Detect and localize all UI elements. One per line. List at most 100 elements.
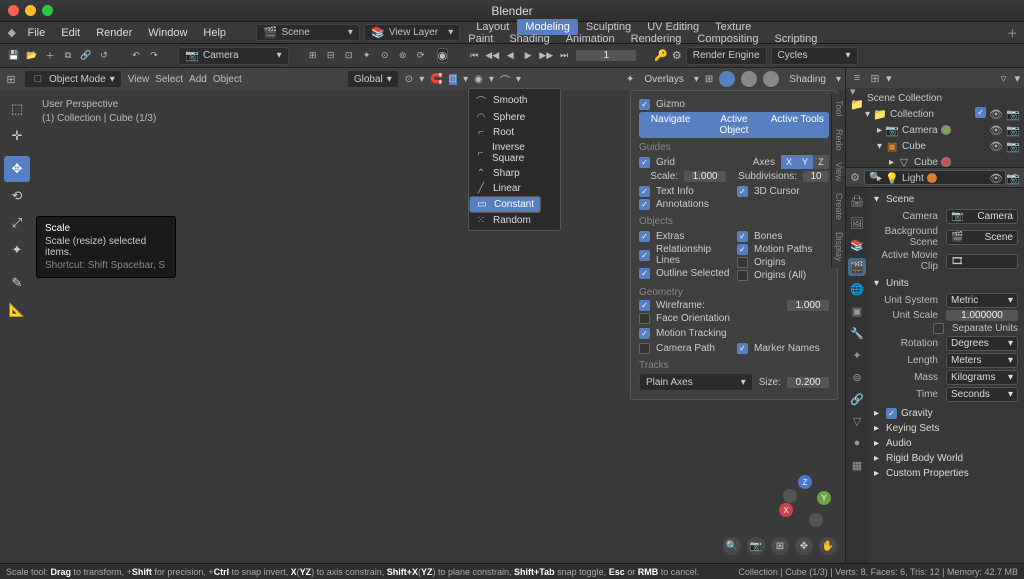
scale-value[interactable]: 1.000 <box>684 171 726 182</box>
extras-checkbox[interactable]: ✓ <box>639 231 650 242</box>
eye-icon[interactable]: 👁 <box>989 139 1003 153</box>
tab-active-object[interactable]: Active Object <box>702 112 765 138</box>
rel-lines-checkbox[interactable]: ✓ <box>639 250 650 261</box>
render-icon[interactable]: ◉ <box>437 48 449 63</box>
outliner-editor-icon[interactable]: ≡ <box>850 71 864 85</box>
recover-icon[interactable]: ↺ <box>96 48 112 64</box>
mode-dropdown[interactable]: □Object Mode ▾ <box>24 70 122 88</box>
output-tab-icon[interactable]: 🖼 <box>848 214 866 232</box>
scene-section[interactable]: Scene <box>886 194 914 205</box>
time-value[interactable]: Seconds▾ <box>946 387 1018 402</box>
subdiv-value[interactable]: 10 <box>803 171 829 182</box>
falloff-constant[interactable]: ▭Constant <box>469 196 541 213</box>
select-box-tool[interactable]: ⬚ <box>4 96 30 122</box>
separate-units-checkbox[interactable] <box>933 323 944 334</box>
tool-icon[interactable]: ⊡ <box>341 48 357 64</box>
solid-shade-icon[interactable] <box>763 71 779 87</box>
move-view-icon[interactable]: ✥ <box>795 537 813 555</box>
bones-checkbox[interactable]: ✓ <box>737 231 748 242</box>
gizmo-checkbox[interactable]: ✓ <box>639 99 650 110</box>
render-icon[interactable]: 📷 <box>1006 107 1020 121</box>
prop-edit-icon[interactable]: ◉ <box>474 74 483 85</box>
tool-icon[interactable]: ⊙ <box>377 48 393 64</box>
gravity-section[interactable]: Gravity <box>901 408 933 419</box>
persp-ortho-icon[interactable]: ⊞ <box>771 537 789 555</box>
overlay-icon[interactable]: ⊞ <box>705 74 713 85</box>
annotations-checkbox[interactable]: ✓ <box>639 199 650 210</box>
scene-tab-icon[interactable]: 🎬 <box>848 258 866 276</box>
face-orient-checkbox[interactable] <box>639 313 650 324</box>
snap-target-icon[interactable]: ⊡ <box>449 74 457 85</box>
length-value[interactable]: Meters▾ <box>946 353 1018 368</box>
falloff-smooth[interactable]: ⌒Smooth <box>469 91 560 110</box>
menu-view[interactable]: View <box>128 74 150 85</box>
world-tab-icon[interactable]: 🌐 <box>848 280 866 298</box>
add-workspace-button[interactable]: ＋ <box>1007 26 1019 40</box>
scene-selector[interactable]: 🎬Scene▾ <box>256 24 359 41</box>
link-icon[interactable]: 🔗 <box>78 48 94 64</box>
axis-y-button[interactable]: Y <box>797 155 813 169</box>
measure-tool[interactable]: 📐 <box>4 297 30 323</box>
gizmo-neg-y[interactable] <box>783 489 797 503</box>
tab-navigate[interactable]: Navigate <box>639 112 702 138</box>
axis-z-button[interactable]: Z <box>813 155 829 169</box>
outline-sel-checkbox[interactable]: ✓ <box>639 268 650 279</box>
rotation-value[interactable]: Degrees▾ <box>946 336 1018 351</box>
physics-tab-icon[interactable]: ⊚ <box>848 368 866 386</box>
save-icon[interactable]: 💾 <box>6 48 22 64</box>
pivot-icon[interactable]: ⊙ <box>405 74 413 85</box>
nav-gizmo[interactable]: Z Y X <box>781 477 829 525</box>
display-mode-icon[interactable]: ⊞ <box>868 71 882 85</box>
tab-view[interactable]: View <box>831 156 845 187</box>
prev-key-icon[interactable]: ◀◀ <box>484 48 500 64</box>
zoom-icon[interactable]: 🔍 <box>723 537 741 555</box>
undo-icon[interactable]: ↶ <box>128 48 144 64</box>
next-key-icon[interactable]: ▶▶ <box>538 48 554 64</box>
unit-system-value[interactable]: Metric▾ <box>946 293 1018 308</box>
cursor-tool[interactable]: ✛ <box>4 123 30 149</box>
toggle-icon[interactable]: ✓ <box>975 107 986 118</box>
workspace-tab-compositing[interactable]: Compositing <box>689 31 766 47</box>
tab-create[interactable]: Create <box>831 187 845 226</box>
mesh-tab-icon[interactable]: ▽ <box>848 412 866 430</box>
textinfo-checkbox[interactable]: ✓ <box>639 186 650 197</box>
falloff-linear[interactable]: ╱Linear <box>469 181 560 196</box>
scale-tool[interactable]: ⤢ <box>4 210 30 236</box>
3d-viewport[interactable]: ⊞ □Object Mode ▾ View Select Add Object … <box>0 68 846 563</box>
rotate-tool[interactable]: ⟲ <box>4 183 30 209</box>
menu-edit[interactable]: Edit <box>55 25 86 41</box>
new-icon[interactable]: ＋ <box>42 48 58 64</box>
render-tab-icon[interactable]: 🖨 <box>848 192 866 210</box>
material-tab-icon[interactable]: ● <box>848 434 866 452</box>
gizmo-neg-z[interactable] <box>809 513 823 527</box>
render-settings-icon[interactable]: ⚙ <box>672 49 682 62</box>
mass-value[interactable]: Kilograms▾ <box>946 370 1018 385</box>
tracks-display-dropdown[interactable]: Plain Axes▾ <box>639 373 753 391</box>
falloff-icon[interactable]: ⌒ <box>500 72 510 87</box>
outliner-cube[interactable]: Cube <box>902 141 926 152</box>
hand-icon[interactable]: ✋ <box>819 537 837 555</box>
outliner-light[interactable]: Light <box>902 173 924 184</box>
render-engine-dropdown[interactable]: Render Engine <box>686 47 767 65</box>
play-reverse-icon[interactable]: ◀ <box>502 48 518 64</box>
outliner-root[interactable]: Scene Collection <box>867 93 942 104</box>
eye-icon[interactable]: 👁 <box>989 171 1003 185</box>
render-icon[interactable]: 📷 <box>1006 123 1020 137</box>
menu-add[interactable]: Add <box>189 74 207 85</box>
gizmo-y[interactable]: Y <box>817 491 831 505</box>
units-section[interactable]: Units <box>886 278 909 289</box>
open-icon[interactable]: 📂 <box>24 48 40 64</box>
grid-checkbox[interactable]: ✓ <box>639 157 650 168</box>
editor-type-icon[interactable]: ⊞ <box>4 72 18 86</box>
tab-active-tools[interactable]: Active Tools <box>766 112 829 138</box>
render-icon[interactable]: 📷 <box>1006 139 1020 153</box>
minimize-window-button[interactable] <box>25 5 36 16</box>
keying-sets-section[interactable]: Keying Sets <box>886 423 939 434</box>
frame-current[interactable]: 1 <box>576 50 636 61</box>
object-tab-icon[interactable]: ▣ <box>848 302 866 320</box>
menu-object[interactable]: Object <box>213 74 242 85</box>
tool-icon[interactable]: ⊞ <box>305 48 321 64</box>
workspace-tab-rendering[interactable]: Rendering <box>623 31 690 47</box>
tool-icon[interactable]: ⊚ <box>395 48 411 64</box>
camera-dropdown[interactable]: 📷Camera▾ <box>178 47 289 65</box>
